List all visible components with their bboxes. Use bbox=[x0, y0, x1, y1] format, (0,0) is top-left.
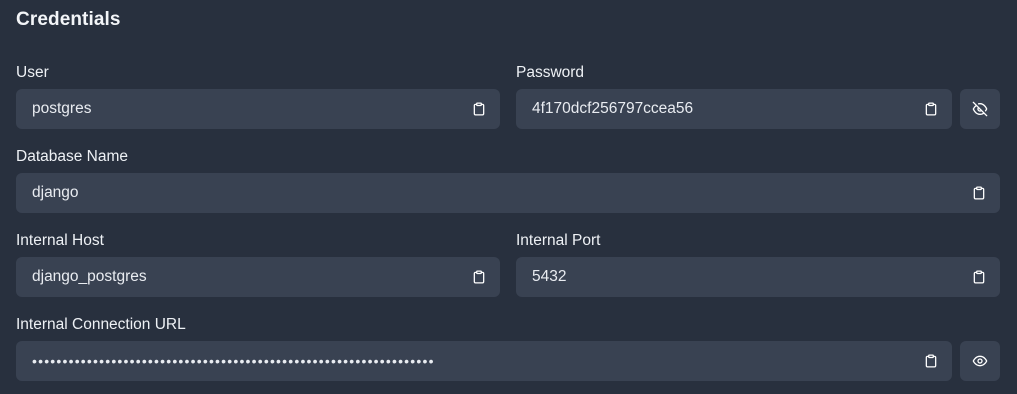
clipboard-icon bbox=[972, 270, 986, 284]
clipboard-icon bbox=[472, 270, 486, 284]
internal-port-value[interactable]: 5432 bbox=[532, 257, 566, 297]
credentials-panel: Credentials User postgres Password 4f170… bbox=[0, 0, 1017, 394]
clipboard-icon bbox=[924, 102, 938, 116]
eye-icon bbox=[972, 353, 988, 369]
internal-connection-url-value[interactable]: ••••••••••••••••••••••••••••••••••••••••… bbox=[32, 341, 435, 381]
copy-database-name-button[interactable] bbox=[969, 183, 989, 203]
copy-user-button[interactable] bbox=[469, 99, 489, 119]
section-title: Credentials bbox=[16, 9, 121, 30]
toggle-password-visibility-button[interactable] bbox=[960, 89, 1000, 129]
internal-port-label: Internal Port bbox=[516, 232, 601, 249]
internal-host-label: Internal Host bbox=[16, 232, 104, 249]
database-name-label: Database Name bbox=[16, 148, 129, 165]
password-field[interactable]: 4f170dcf256797ccea56 bbox=[516, 89, 952, 129]
copy-internal-host-button[interactable] bbox=[469, 267, 489, 287]
eye-off-icon bbox=[972, 101, 988, 117]
internal-port-field[interactable]: 5432 bbox=[516, 257, 1000, 297]
clipboard-icon bbox=[972, 186, 986, 200]
clipboard-icon bbox=[472, 102, 486, 116]
internal-host-value[interactable]: django_postgres bbox=[32, 257, 147, 297]
database-name-value[interactable]: django bbox=[32, 173, 79, 213]
copy-password-button[interactable] bbox=[921, 99, 941, 119]
clipboard-icon bbox=[924, 354, 938, 368]
toggle-connection-url-visibility-button[interactable] bbox=[960, 341, 1000, 381]
internal-connection-url-label: Internal Connection URL bbox=[16, 316, 186, 333]
internal-connection-url-field[interactable]: ••••••••••••••••••••••••••••••••••••••••… bbox=[16, 341, 952, 381]
user-field[interactable]: postgres bbox=[16, 89, 500, 129]
database-name-field[interactable]: django bbox=[16, 173, 1000, 213]
copy-internal-connection-url-button[interactable] bbox=[921, 351, 941, 371]
user-label: User bbox=[16, 64, 49, 81]
password-label: Password bbox=[516, 64, 585, 81]
password-value[interactable]: 4f170dcf256797ccea56 bbox=[532, 89, 693, 129]
copy-internal-port-button[interactable] bbox=[969, 267, 989, 287]
internal-host-field[interactable]: django_postgres bbox=[16, 257, 500, 297]
user-value[interactable]: postgres bbox=[32, 89, 91, 129]
